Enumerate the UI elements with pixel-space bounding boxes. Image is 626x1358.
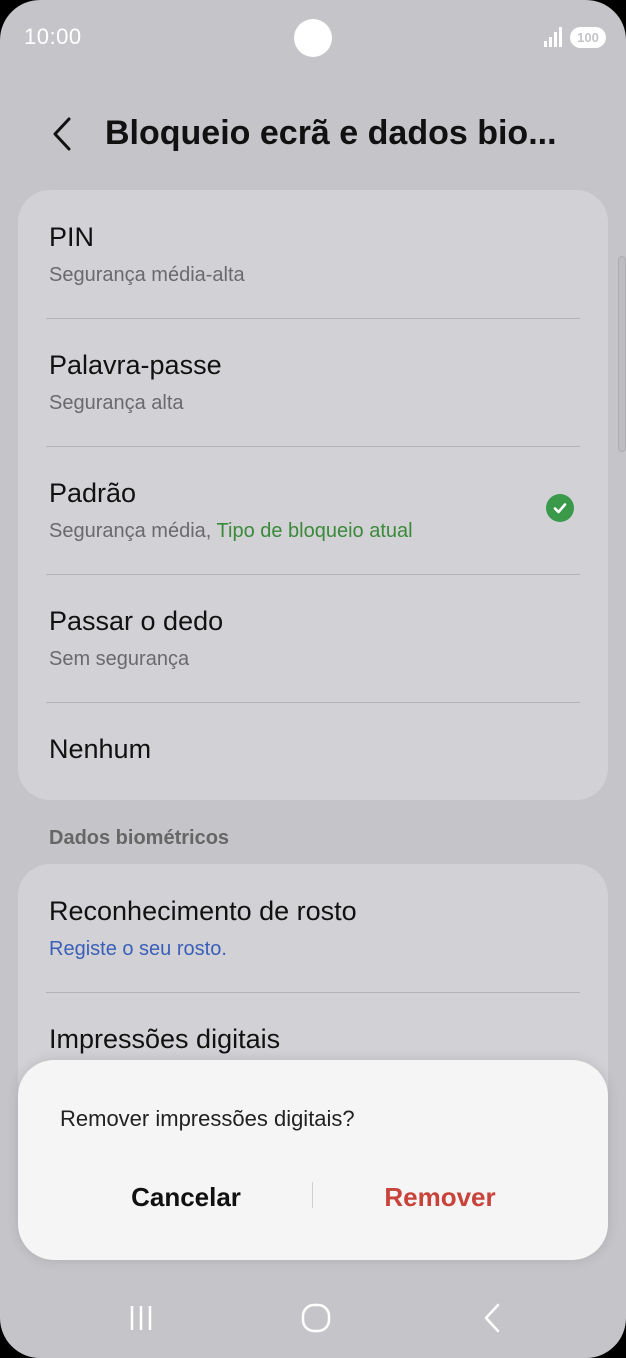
recent-apps-icon [130, 1306, 152, 1330]
option-none[interactable]: Nenhum [18, 702, 608, 800]
option-title: Passar o dedo [49, 606, 224, 636]
home-icon [301, 1303, 331, 1333]
dialog-message: Remover impressões digitais? [60, 1106, 355, 1131]
remove-fingerprints-dialog: Remover impressões digitais? Cancelar Re… [18, 1060, 608, 1260]
scroll-indicator[interactable] [618, 256, 626, 452]
status-bar: 10:00 100 [0, 0, 626, 76]
security-level: Segurança média, [49, 520, 212, 542]
status-time: 10:00 [24, 24, 82, 49]
option-face-recognition[interactable]: Reconhecimento de rosto Registe o seu ro… [18, 864, 608, 992]
signal-icon [544, 27, 562, 47]
option-subtitle: Registe o seu rosto. [49, 938, 227, 960]
option-title: Impressões digitais [49, 1024, 281, 1054]
option-title: Reconhecimento de rosto [49, 896, 357, 926]
back-button[interactable] [40, 112, 84, 156]
option-subtitle: Sem segurança [49, 648, 190, 670]
option-pin[interactable]: PIN Segurança média-alta [18, 190, 608, 318]
option-subtitle: Segurança média-alta [49, 264, 245, 286]
check-circle-icon [546, 494, 574, 522]
option-title: Nenhum [49, 734, 152, 764]
lock-type-card: PIN Segurança média-alta Palavra-passe S… [18, 190, 608, 800]
back-arrow-icon [53, 117, 71, 151]
page-title: Bloqueio ecrã e dados bio... [105, 114, 557, 152]
header: Bloqueio ecrã e dados bio... [0, 100, 626, 170]
battery-icon: 100 [570, 27, 606, 48]
option-title: Padrão [49, 478, 137, 508]
battery-level: 100 [577, 30, 599, 45]
option-password[interactable]: Palavra-passe Segurança alta [18, 318, 608, 446]
remove-button[interactable]: Remover [320, 1172, 560, 1222]
home-button[interactable] [286, 1298, 346, 1338]
back-icon [484, 1303, 500, 1333]
nav-back-button[interactable] [462, 1298, 522, 1338]
navigation-bar [0, 1284, 626, 1358]
current-lock-label: Tipo de bloqueio atual [216, 520, 413, 542]
option-title: PIN [49, 222, 95, 252]
phone-screen: 10:00 100 Bloqueio ecrã e dados bio... P… [0, 0, 626, 1358]
dialog-button-divider [312, 1182, 313, 1208]
section-header-biometrics: Dados biométricos [49, 827, 230, 849]
recent-apps-button[interactable] [111, 1298, 171, 1338]
cancel-button[interactable]: Cancelar [66, 1172, 306, 1222]
camera-cutout [294, 19, 332, 57]
option-swipe[interactable]: Passar o dedo Sem segurança [18, 574, 608, 702]
option-subtitle: Segurança média, Tipo de bloqueio atual [49, 520, 413, 543]
option-subtitle: Segurança alta [49, 392, 184, 414]
option-title: Palavra-passe [49, 350, 222, 380]
option-pattern[interactable]: Padrão Segurança média, Tipo de bloqueio… [18, 446, 608, 574]
